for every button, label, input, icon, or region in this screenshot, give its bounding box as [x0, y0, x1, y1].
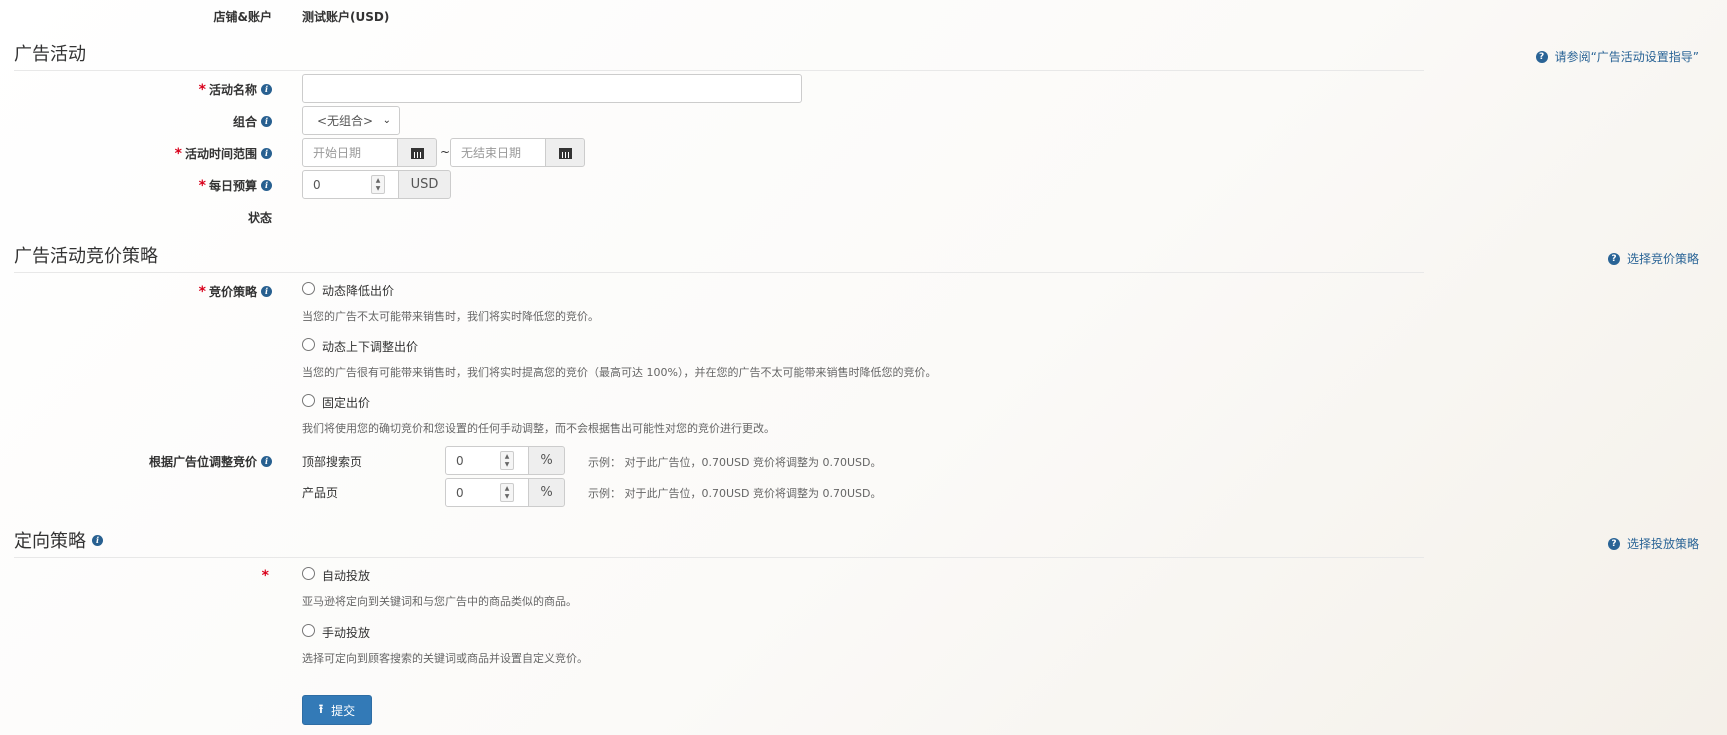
status-label: 状态: [247, 211, 272, 225]
placement-spinner[interactable]: ▲ ▼: [500, 483, 514, 502]
campaign-help-link[interactable]: ? 请参阅“广告活动设置指导”: [1535, 48, 1699, 65]
bid-option-desc: 当您的广告很有可能带来销售时，我们将实时提高您的竞价（最高可达 100%），并在…: [302, 366, 937, 379]
placement-product-input[interactable]: 0: [445, 478, 529, 507]
targeting-help-link[interactable]: ? 选择投放策略: [1607, 535, 1699, 552]
chevron-down-icon: ⌄: [382, 115, 391, 126]
end-date-input[interactable]: 无结束日期: [450, 138, 546, 167]
portfolio-selected-value: <无组合>: [317, 114, 374, 128]
portfolio-select[interactable]: <无组合> ⌄: [302, 106, 400, 135]
campaign-name-label: * 活动名称 i: [199, 81, 272, 98]
portfolio-label: 组合 i: [233, 113, 272, 130]
divider: [14, 557, 1424, 558]
start-calendar-button[interactable]: [397, 138, 437, 167]
bid-option-desc: 当您的广告不太可能带来销售时，我们将实时降低您的竞价。: [302, 310, 599, 323]
budget-spinner[interactable]: ▲ ▼: [371, 175, 385, 194]
store-account-value: 测试账户(USD): [302, 10, 390, 24]
bidding-help-link[interactable]: ? 选择竞价策略: [1607, 250, 1699, 267]
date-range-label: * 活动时间范围 i: [175, 145, 272, 162]
divider: [14, 272, 1424, 273]
info-icon[interactable]: i: [261, 286, 272, 297]
budget-currency: USD: [398, 170, 451, 199]
info-icon[interactable]: i: [261, 180, 272, 191]
divider: [14, 70, 1424, 71]
bid-strategy-label: * 竞价策略 i: [199, 283, 272, 300]
question-icon: ?: [1607, 252, 1620, 265]
bid-option-radio[interactable]: [302, 282, 315, 295]
daily-budget-label: * 每日预算 i: [199, 177, 272, 194]
percent-addon: %: [528, 446, 565, 475]
info-icon[interactable]: i: [261, 116, 272, 127]
targeting-option-desc: 选择可定向到顾客搜索的关键词或商品并设置自定义竞价。: [302, 652, 588, 665]
placement-example: 示例： 对于此广告位，0.70USD 竞价将调整为 0.70USD。: [588, 456, 882, 469]
bid-option-desc: 我们将使用您的确切竞价和您设置的任何手动调整，而不会根据售出可能性对您的竞价进行…: [302, 422, 775, 435]
submit-button[interactable]: ⭱ 提交: [302, 695, 372, 725]
placement-example: 示例： 对于此广告位，0.70USD 竞价将调整为 0.70USD。: [588, 487, 882, 500]
info-icon[interactable]: i: [261, 148, 272, 159]
bid-option-label[interactable]: 动态上下调整出价: [322, 338, 418, 355]
bid-option-radio[interactable]: [302, 338, 315, 351]
targeting-option-label[interactable]: 自动投放: [322, 567, 370, 584]
bid-option-radio[interactable]: [302, 394, 315, 407]
bid-option-label[interactable]: 动态降低出价: [322, 282, 394, 299]
required-marker: *: [198, 81, 206, 98]
placement-top-input[interactable]: 0: [445, 446, 529, 475]
upload-icon: ⭱: [318, 701, 324, 716]
placement-name: 产品页: [302, 486, 339, 500]
question-icon: ?: [1607, 537, 1620, 550]
question-icon: ?: [1535, 50, 1548, 63]
campaign-name-input[interactable]: [302, 74, 802, 103]
bid-option-label[interactable]: 固定出价: [322, 394, 370, 411]
targeting-section-title: 定向策略 i: [14, 527, 103, 553]
end-calendar-button[interactable]: [545, 138, 585, 167]
info-icon[interactable]: i: [261, 456, 272, 467]
targeting-required-label: *: [262, 569, 272, 583]
required-marker: *: [198, 177, 206, 194]
targeting-option-radio[interactable]: [302, 567, 315, 580]
date-separator: ~: [440, 145, 451, 159]
info-icon[interactable]: i: [261, 84, 272, 95]
calendar-icon: [410, 147, 424, 159]
placement-adjust-label: 根据广告位调整竞价 i: [149, 453, 272, 470]
start-date-input[interactable]: 开始日期: [302, 138, 398, 167]
placement-spinner[interactable]: ▲ ▼: [500, 451, 514, 470]
targeting-option-radio[interactable]: [302, 624, 315, 637]
required-marker: *: [261, 568, 269, 584]
required-marker: *: [174, 145, 182, 162]
placement-name: 顶部搜索页: [302, 455, 363, 469]
calendar-icon: [558, 147, 572, 159]
required-marker: *: [198, 283, 206, 300]
campaign-section-title: 广告活动: [14, 44, 86, 64]
bidding-section-title: 广告活动竞价策略: [14, 246, 158, 266]
store-account-label: 店铺&账户: [213, 10, 272, 24]
info-icon[interactable]: i: [92, 534, 103, 546]
targeting-option-label[interactable]: 手动投放: [322, 624, 370, 641]
percent-addon: %: [528, 478, 565, 507]
targeting-option-desc: 亚马逊将定向到关键词和与您广告中的商品类似的商品。: [302, 595, 577, 608]
